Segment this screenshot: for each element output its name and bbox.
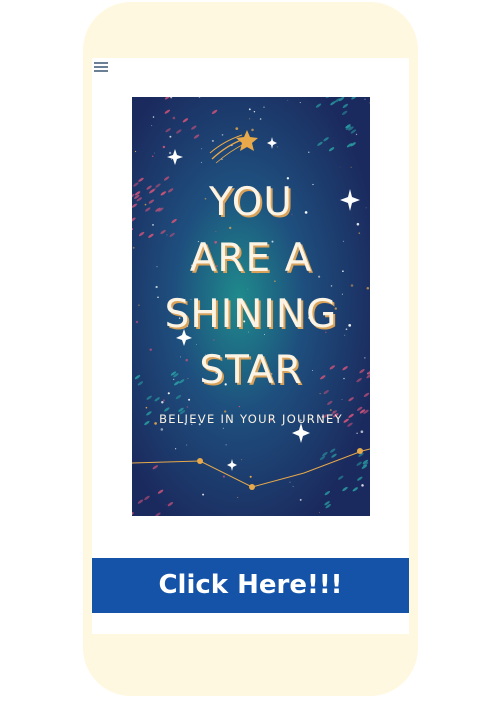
star-dot <box>222 475 225 478</box>
star-dot <box>289 481 291 483</box>
book-cover-image: YOU ARE A SHINING STAR BELIEVE IN YOUR J… <box>132 97 370 516</box>
hamburger-menu-icon[interactable] <box>94 60 108 74</box>
star-dot <box>329 409 332 412</box>
star-dot <box>154 152 155 154</box>
star-dot <box>174 448 177 450</box>
cover-subtitle: BELIEVE IN YOUR JOURNEY <box>159 412 343 426</box>
star-dot <box>299 498 302 501</box>
star-dot <box>160 428 164 431</box>
star-dot <box>238 405 241 408</box>
star-dot <box>168 151 172 155</box>
star-dot <box>292 485 294 487</box>
star-dot <box>299 102 301 104</box>
star-dot <box>308 151 310 153</box>
star-dot <box>248 118 251 120</box>
star-dot <box>151 155 154 158</box>
star-dot <box>166 504 168 505</box>
star-dot <box>161 400 164 404</box>
star-dot <box>162 145 166 149</box>
star-dot <box>263 106 265 108</box>
star-dot <box>171 158 173 160</box>
cover-title-line: STAR <box>199 348 303 393</box>
star-dot <box>364 98 366 100</box>
star-dot <box>276 146 278 148</box>
star-dot <box>253 110 256 113</box>
star-dot <box>151 125 153 127</box>
star-dot <box>186 406 189 408</box>
star-dot <box>249 475 252 478</box>
star-dot <box>152 116 155 118</box>
star-dot <box>241 459 243 461</box>
star-dot <box>251 128 254 132</box>
star-dot <box>134 150 137 153</box>
star-dot <box>318 511 320 513</box>
star-dot <box>339 166 341 168</box>
star-dot <box>201 161 202 163</box>
star-dot <box>350 166 352 168</box>
star-dot <box>248 108 251 111</box>
star-dot <box>361 484 364 487</box>
star-dot <box>162 399 165 402</box>
click-here-button[interactable]: Click Here!!! <box>92 558 409 613</box>
star-dot <box>287 99 289 101</box>
star-dot <box>341 399 343 400</box>
star-dot <box>235 127 239 130</box>
star-dot <box>211 139 214 142</box>
star-dot <box>201 148 203 150</box>
star-dot <box>145 406 148 409</box>
star-dot <box>202 493 205 496</box>
star-dot <box>186 444 188 446</box>
star-dot <box>355 133 358 136</box>
star-dot <box>237 496 239 498</box>
cover-title-line: ARE A <box>189 236 313 281</box>
cover-title-line: YOU <box>209 180 293 225</box>
cover-title-line: SHINING <box>164 292 338 337</box>
star-dot <box>360 430 364 434</box>
star-dot <box>225 444 227 446</box>
star-dot <box>356 432 358 435</box>
star-dot <box>172 116 176 120</box>
star-dot <box>222 427 224 429</box>
star-dot <box>221 134 224 136</box>
star-dot <box>188 398 191 401</box>
cover-title: YOU ARE A SHINING STAR <box>132 175 370 399</box>
star-dot <box>369 102 370 104</box>
star-dot <box>169 135 172 138</box>
star-dot <box>259 118 262 120</box>
